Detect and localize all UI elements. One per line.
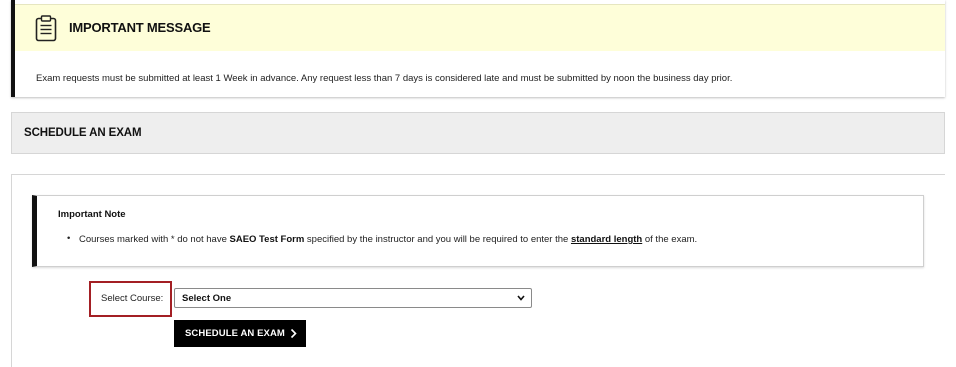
note-text-suffix: of the exam. [642,234,698,245]
schedule-section-header: SCHEDULE AN EXAM [11,112,945,154]
clipboard-icon [35,15,57,42]
schedule-exam-button[interactable]: SCHEDULE AN EXAM [174,320,306,347]
bullet-icon: • [67,233,71,244]
select-course-highlight: Select Course: [89,281,172,317]
note-text-prefix: Courses marked with * do not have [79,234,230,245]
important-message-title: IMPORTANT MESSAGE [69,20,211,35]
important-note-panel: Important Note • Courses marked with * d… [32,195,924,267]
note-text-middle: specified by the instructor and you will… [304,234,571,245]
chevron-right-icon [290,328,297,339]
select-course-label: Select Course: [101,293,164,304]
page: IMPORTANT MESSAGE Exam requests must be … [0,0,956,367]
schedule-exam-button-label: SCHEDULE AN EXAM [185,328,285,339]
important-message-header: IMPORTANT MESSAGE [15,4,945,51]
course-select[interactable]: Select One [174,288,532,308]
important-message-text: Exam requests must be submitted at least… [36,73,733,84]
standard-length-link[interactable]: standard length [571,234,642,245]
course-select-value: Select One [182,293,232,304]
note-test-form-text: SAEO Test Form [229,234,305,245]
important-note-item: Courses marked with * do not have SAEO T… [79,234,697,245]
important-message-panel: IMPORTANT MESSAGE Exam requests must be … [11,0,945,97]
important-note-title: Important Note [58,209,126,220]
chevron-down-icon [517,295,525,301]
schedule-section-title: SCHEDULE AN EXAM [24,127,142,139]
